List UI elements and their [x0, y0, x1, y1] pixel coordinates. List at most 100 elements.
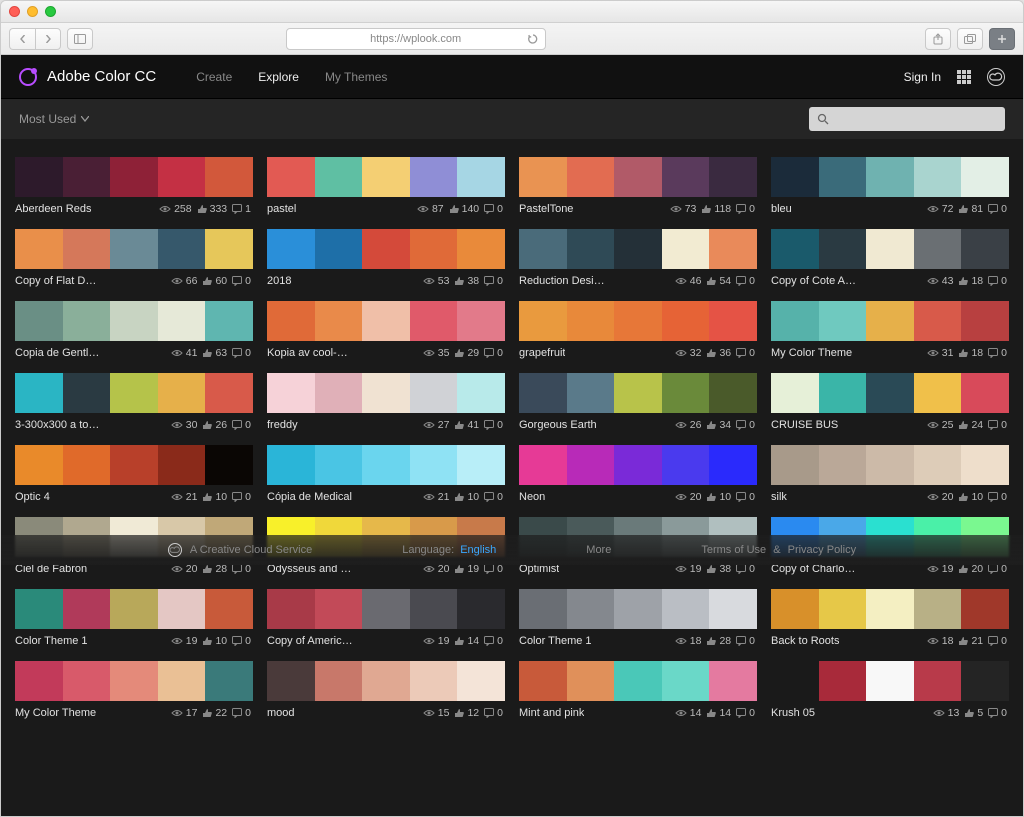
theme-meta: Copy of Americana19140 [267, 635, 505, 647]
comments-count: 0 [497, 347, 503, 359]
new-tab-button[interactable] [989, 28, 1015, 50]
sign-in-link[interactable]: Sign In [904, 70, 941, 84]
theme-card[interactable]: Krush 051350 [771, 661, 1009, 719]
comments-count: 0 [749, 203, 755, 215]
close-window-button[interactable] [9, 6, 20, 17]
search-input[interactable] [809, 107, 1005, 131]
creative-cloud-icon[interactable] [987, 68, 1005, 86]
app-switcher-icon[interactable] [957, 70, 971, 84]
theme-card[interactable]: Color Theme 119100 [15, 589, 253, 647]
comments-count: 0 [497, 275, 503, 287]
theme-card[interactable]: Copy of Flat Design Colors v266600 [15, 229, 253, 287]
theme-card[interactable]: pastel871400 [267, 157, 505, 215]
theme-card[interactable]: Cópia de Medical21100 [267, 445, 505, 503]
minimize-window-button[interactable] [27, 6, 38, 17]
swatch [410, 157, 458, 197]
comments-icon [736, 636, 746, 646]
footer-privacy-link[interactable]: Privacy Policy [788, 544, 856, 556]
share-button[interactable] [925, 28, 951, 50]
comments-count: 0 [497, 203, 503, 215]
likes-icon [706, 348, 716, 358]
swatch [771, 373, 819, 413]
swatch [771, 229, 819, 269]
theme-card[interactable]: mood15120 [267, 661, 505, 719]
zoom-window-button[interactable] [45, 6, 56, 17]
likes-icon [706, 564, 716, 574]
address-bar[interactable]: https://wplook.com [286, 28, 546, 50]
theme-swatches [267, 661, 505, 701]
theme-name: mood [267, 707, 295, 719]
likes-count: 10 [719, 491, 731, 503]
nav-tab-explore[interactable]: Explore [258, 70, 299, 84]
theme-card[interactable]: 201853380 [267, 229, 505, 287]
theme-card[interactable]: Neon20100 [519, 445, 757, 503]
theme-meta: Color Theme 118280 [519, 635, 757, 647]
likes-count: 36 [719, 347, 731, 359]
comments-icon [736, 708, 746, 718]
sort-dropdown[interactable]: Most Used [19, 112, 89, 126]
comments-count: 1 [245, 203, 251, 215]
theme-card[interactable]: My Color Theme31180 [771, 301, 1009, 359]
swatch [662, 445, 710, 485]
likes-icon [958, 564, 968, 574]
likes-icon [454, 564, 464, 574]
theme-stats: 25240 [927, 419, 1009, 431]
theme-name: My Color Theme [15, 707, 96, 719]
theme-card[interactable]: Kopia av cool-one35290 [267, 301, 505, 359]
theme-swatches [15, 301, 253, 341]
swatch [567, 157, 615, 197]
theme-stats: 66600 [171, 275, 253, 287]
nav-tab-my-themes[interactable]: My Themes [325, 70, 387, 84]
theme-card[interactable]: My Color Theme17220 [15, 661, 253, 719]
swatch [614, 229, 662, 269]
forward-button[interactable] [35, 28, 61, 50]
likes-count: 18 [971, 275, 983, 287]
theme-card[interactable]: 3-300x300 a todo color30260 [15, 373, 253, 431]
theme-card[interactable]: Optic 421100 [15, 445, 253, 503]
theme-card[interactable]: Back to Roots18210 [771, 589, 1009, 647]
theme-card[interactable]: bleu72810 [771, 157, 1009, 215]
swatch [914, 229, 962, 269]
views-count: 43 [942, 275, 954, 287]
theme-card[interactable]: Color Theme 118280 [519, 589, 757, 647]
theme-card[interactable]: Copy of Americana19140 [267, 589, 505, 647]
theme-meta: Color Theme 119100 [15, 635, 253, 647]
url-text: https://wplook.com [370, 33, 461, 45]
footer-language-link[interactable]: English [460, 544, 496, 556]
footer-terms-link[interactable]: Terms of Use [701, 544, 766, 556]
theme-card[interactable]: Reduction Design46540 [519, 229, 757, 287]
theme-card[interactable]: PastelTone731180 [519, 157, 757, 215]
theme-swatches [267, 445, 505, 485]
chevron-down-icon [81, 116, 89, 122]
likes-count: 54 [719, 275, 731, 287]
swatch [110, 301, 158, 341]
swatch [914, 157, 962, 197]
theme-card[interactable]: Copia de Gentle Waves41630 [15, 301, 253, 359]
likes-count: 81 [971, 203, 983, 215]
back-button[interactable] [9, 28, 35, 50]
swatch [15, 589, 63, 629]
likes-icon [958, 276, 968, 286]
theme-card[interactable]: Copy of Cote Azur43180 [771, 229, 1009, 287]
sidebar-button[interactable] [67, 28, 93, 50]
reload-icon[interactable] [527, 33, 539, 45]
theme-card[interactable]: CRUISE BUS25240 [771, 373, 1009, 431]
theme-card[interactable]: grapefruit32360 [519, 301, 757, 359]
swatch [709, 157, 757, 197]
theme-swatches [267, 301, 505, 341]
themes-scroll-area[interactable]: Aberdeen Reds2583331pastel871400PastelTo… [1, 139, 1023, 816]
swatch [15, 661, 63, 701]
footer-more-link[interactable]: More [586, 544, 611, 556]
swatch [662, 157, 710, 197]
likes-count: 14 [719, 707, 731, 719]
theme-card[interactable]: silk20100 [771, 445, 1009, 503]
theme-card[interactable]: Aberdeen Reds2583331 [15, 157, 253, 215]
views-icon [927, 277, 939, 285]
theme-card[interactable]: Gorgeous Earth26340 [519, 373, 757, 431]
comments-count: 0 [749, 419, 755, 431]
theme-card[interactable]: freddy27410 [267, 373, 505, 431]
nav-tab-create[interactable]: Create [196, 70, 232, 84]
views-icon [675, 565, 687, 573]
theme-card[interactable]: Mint and pink14140 [519, 661, 757, 719]
tabs-button[interactable] [957, 28, 983, 50]
